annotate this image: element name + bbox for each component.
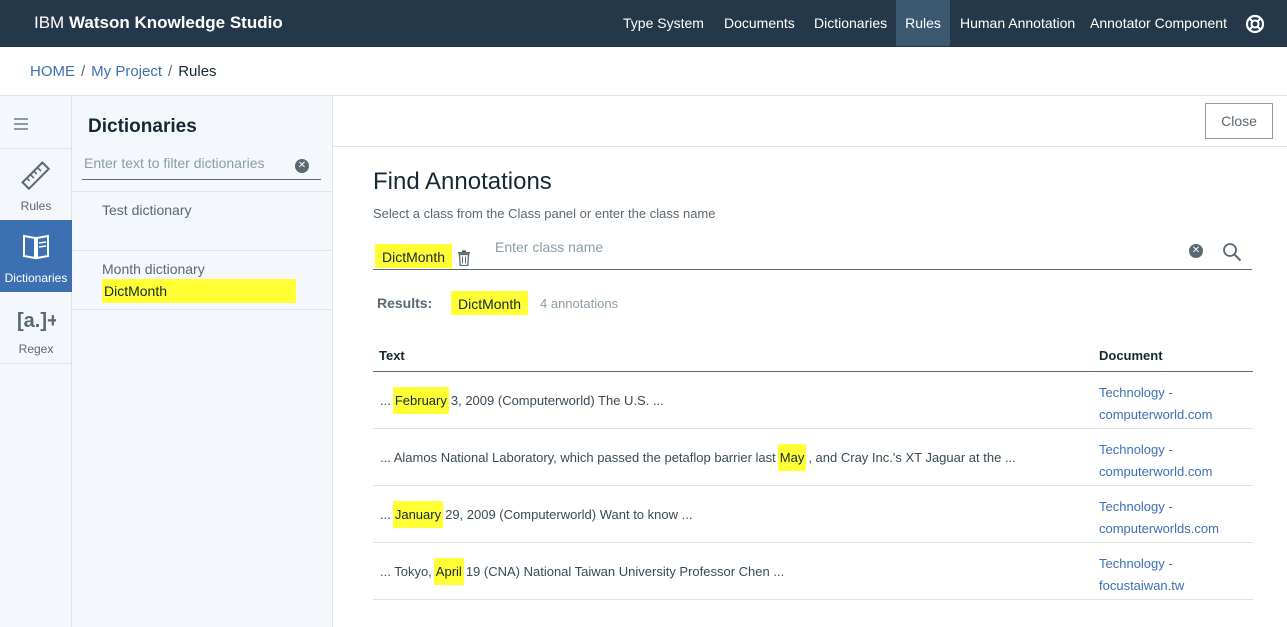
annotation-text: ... February 3, 2009 (Computerworld) The… [380,372,664,429]
nav-documents[interactable]: Documents [714,0,805,46]
rail-item-rules[interactable]: Rules [0,149,72,221]
results-label: Results: [377,295,433,311]
filter-dictionaries-input[interactable]: Enter text to filter dictionaries ✕ [82,152,321,180]
annotation-text: ... Tokyo, April 19 (CNA) National Taiwa… [380,543,784,600]
rail-item-dictionaries[interactable]: Dictionaries [0,220,72,292]
app-brand[interactable]: IBM Watson Knowledge Studio [34,13,283,33]
text-after: 29, 2009 (Computerworld) Want to know ..… [445,507,693,522]
text-after: 3, 2009 (Computerworld) The U.S. ... [450,393,664,408]
dictionary-name: Month dictionary [102,261,205,277]
column-header-text[interactable]: Text [379,348,405,363]
document-link[interactable]: Technology - computerworld.com [1099,382,1212,426]
nav-dictionaries[interactable]: Dictionaries [804,0,897,46]
annotation-highlight: May [777,444,807,471]
book-icon [23,234,49,260]
document-label: Technology - [1099,499,1173,514]
filter-placeholder: Enter text to filter dictionaries [84,155,265,171]
dictionary-item-month[interactable]: Month dictionary DictMonth [72,250,332,310]
dictionaries-panel: Dictionaries Enter text to filter dictio… [72,96,333,627]
breadcrumb-project[interactable]: My Project [91,63,162,80]
svg-text:[a.]+: [a.]+ [17,310,56,332]
text-before: ... Tokyo, [380,564,432,579]
trash-icon[interactable] [457,250,471,266]
text-after: , and Cray Inc.'s XT Jaguar at the ... [808,450,1016,465]
document-link[interactable]: Technology - computerworld.com [1099,439,1212,483]
divider [0,363,72,364]
hamburger-menu-icon[interactable] [14,118,28,130]
nav-type-system[interactable]: Type System [613,0,714,46]
text-before: ... Alamos National Laboratory, which pa… [380,450,776,465]
text-before: ... [380,393,391,408]
brand-name: Watson Knowledge Studio [68,13,283,32]
class-name-input[interactable]: Enter class name [495,239,603,255]
clear-icon[interactable]: ✕ [295,159,309,173]
rail-item-regex[interactable]: [a.]+ Regex [0,292,72,364]
top-nav-bar: IBM Watson Knowledge Studio Type System … [0,0,1287,47]
results-count: 4 annotations [540,296,619,311]
breadcrumb-separator: / [168,63,173,80]
rail-item-label: Regex [18,342,54,356]
breadcrumb-current: Rules [178,63,217,80]
document-label: Technology - [1099,556,1173,571]
document-label: Technology - [1099,442,1173,457]
rail-item-label: Dictionaries [4,271,68,285]
table-row[interactable]: ... January 29, 2009 (Computerworld) Wan… [373,486,1253,543]
page-subtitle: Select a class from the Class panel or e… [373,206,716,221]
annotation-text: ... January 29, 2009 (Computerworld) Wan… [380,486,692,543]
column-header-document[interactable]: Document [1099,348,1163,363]
ruler-pencil-icon [21,161,51,191]
close-button[interactable]: Close [1205,103,1273,139]
table-row[interactable]: ... February 3, 2009 (Computerworld) The… [373,372,1253,429]
dictionary-name: Test dictionary [102,202,192,218]
breadcrumb-separator: / [81,63,86,80]
divider [373,269,1252,270]
text-before: ... [380,507,391,522]
rail-item-label: Rules [20,199,52,213]
search-icon[interactable] [1222,242,1242,262]
dictionary-class-tag[interactable]: DictMonth [102,279,296,303]
clear-icon[interactable]: ✕ [1189,244,1203,258]
regex-icon: [a.]+ [17,310,56,332]
document-link[interactable]: Technology - focustaiwan.tw [1099,553,1184,597]
panel-title: Dictionaries [88,116,197,137]
table-row[interactable]: ... Tokyo, April 19 (CNA) National Taiwa… [373,543,1253,600]
lifebuoy-icon[interactable] [1245,14,1265,34]
brand-prefix: IBM [34,13,65,32]
document-source: computerworlds.com [1099,521,1219,536]
document-label: Technology - [1099,385,1173,400]
nav-rules[interactable]: Rules [896,0,950,46]
annotation-highlight: April [433,558,464,585]
annotation-text: ... Alamos National Laboratory, which pa… [380,429,1016,486]
text-after: 19 (CNA) National Taiwan University Prof… [465,564,785,579]
breadcrumb-home[interactable]: HOME [30,63,75,80]
document-source: computerworld.com [1099,407,1213,422]
document-link[interactable]: Technology - computerworlds.com [1099,496,1219,540]
document-source: computerworld.com [1099,464,1213,479]
nav-annotator-component[interactable]: Annotator Component [1080,0,1237,46]
annotation-highlight: February [392,387,449,414]
breadcrumb: HOME / My Project / Rules [30,63,217,80]
annotation-highlight: January [392,501,444,528]
page-title: Find Annotations [373,168,552,195]
dictionary-item-test[interactable]: Test dictionary [72,191,332,250]
left-icon-rail: Rules Dictionaries [a.]+ Regex [0,96,72,627]
results-class-tag: DictMonth [451,291,529,315]
selected-class-tag[interactable]: DictMonth [375,244,453,268]
table-row[interactable]: ... Alamos National Laboratory, which pa… [373,429,1253,486]
nav-human-annotation[interactable]: Human Annotation [950,0,1085,46]
document-source: focustaiwan.tw [1099,578,1185,593]
divider [333,146,1287,147]
